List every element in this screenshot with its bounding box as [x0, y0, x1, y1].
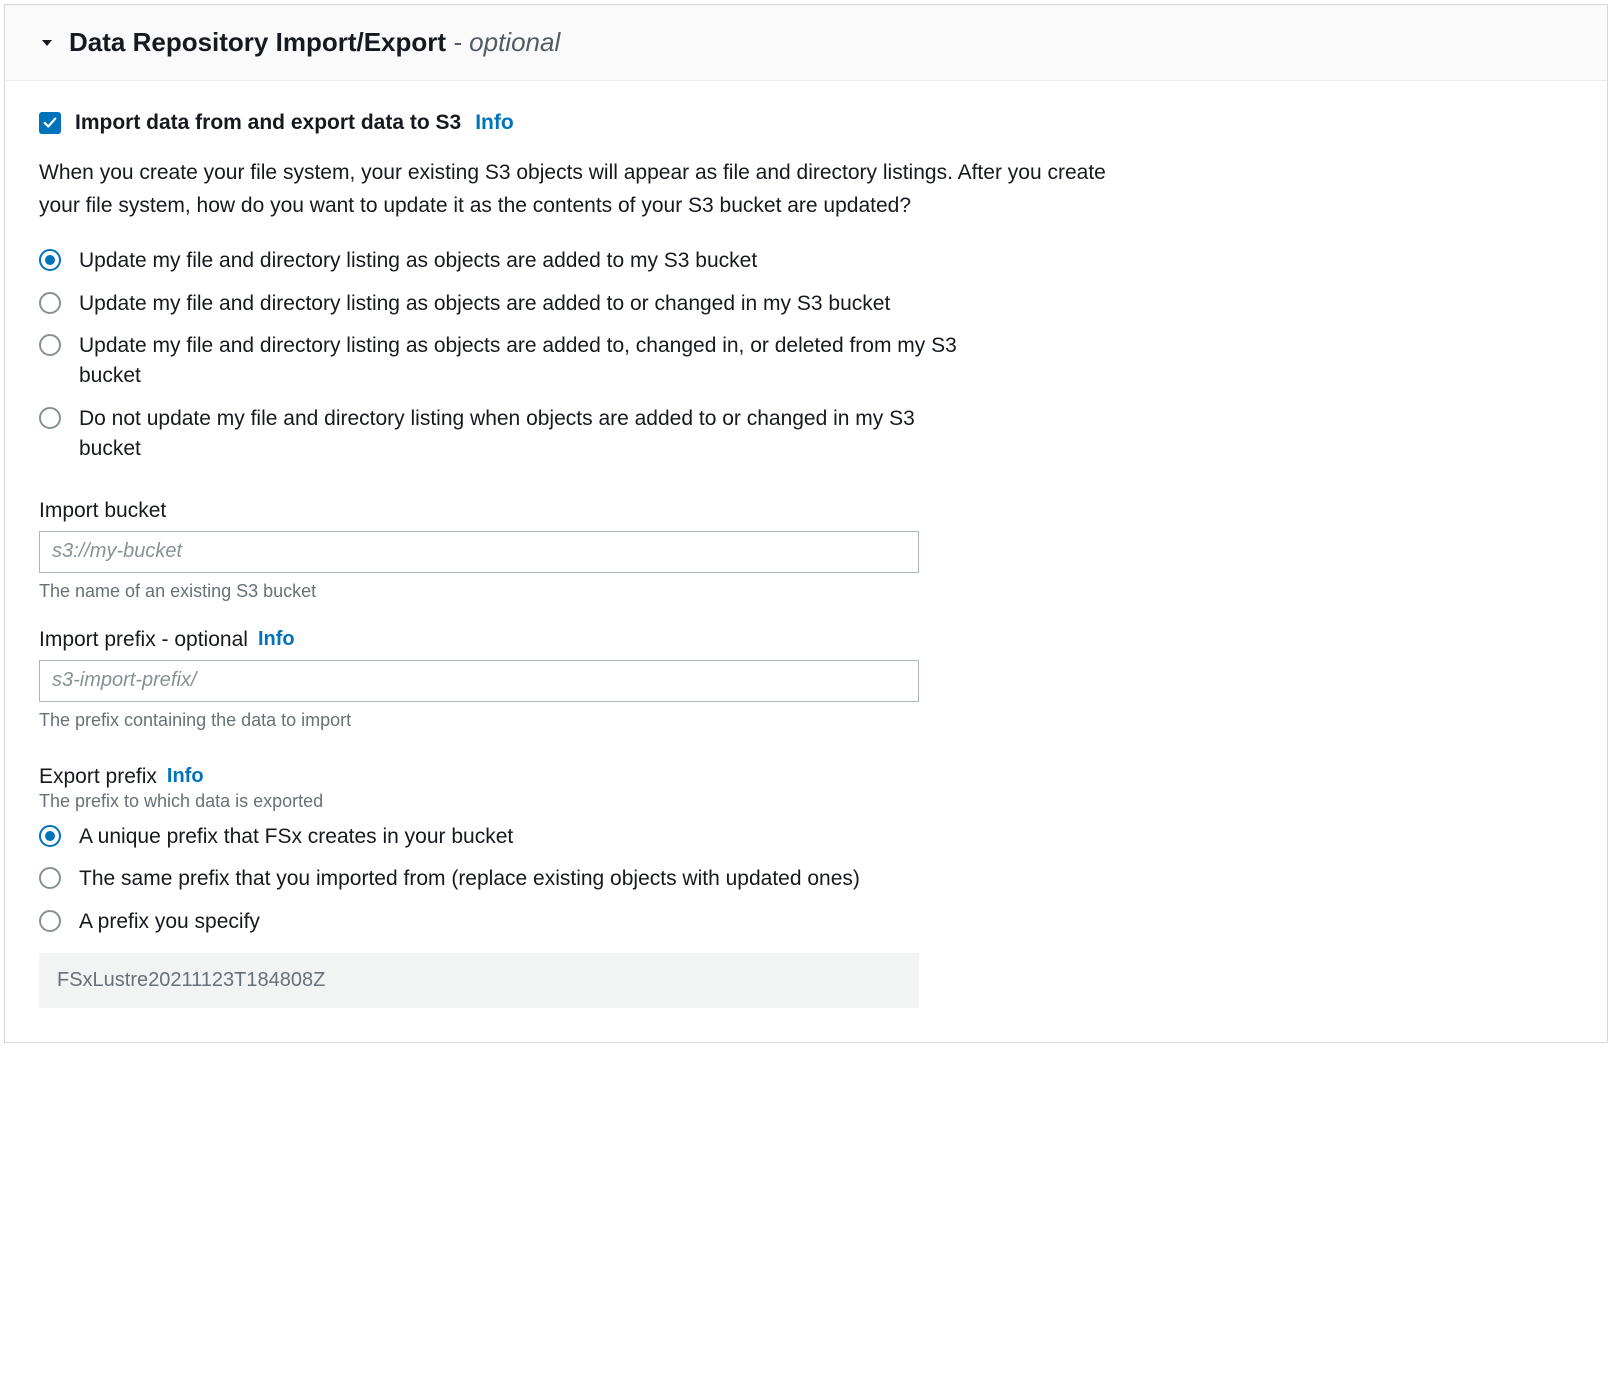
import-bucket-helper: The name of an existing S3 bucket [39, 581, 919, 602]
import-bucket-input[interactable] [39, 531, 919, 573]
import-export-checkbox[interactable] [39, 112, 61, 134]
import-prefix-field: Import prefix - optional Info The prefix… [39, 628, 919, 731]
update-option-label: Update my file and directory listing as … [79, 331, 959, 392]
export-prefix-field: Export prefix Info The prefix to which d… [39, 765, 919, 1008]
radio-icon [39, 249, 61, 271]
data-repository-panel: Data Repository Import/Export - optional… [4, 4, 1608, 1043]
radio-icon [39, 407, 61, 429]
radio-icon [39, 334, 61, 356]
export-option-label: A unique prefix that FSx creates in your… [79, 822, 513, 852]
import-prefix-helper: The prefix containing the data to import [39, 710, 919, 731]
export-prefix-options-group: A unique prefix that FSx creates in your… [39, 822, 919, 937]
import-bucket-label: Import bucket [39, 499, 166, 523]
panel-header[interactable]: Data Repository Import/Export - optional [5, 5, 1607, 81]
update-option-label: Do not update my file and directory list… [79, 404, 959, 465]
update-option-none[interactable]: Do not update my file and directory list… [39, 404, 959, 465]
update-option-added[interactable]: Update my file and directory listing as … [39, 246, 959, 276]
export-option-unique[interactable]: A unique prefix that FSx creates in your… [39, 822, 919, 852]
import-bucket-field: Import bucket The name of an existing S3… [39, 499, 919, 602]
update-option-added-changed[interactable]: Update my file and directory listing as … [39, 289, 959, 319]
export-option-label: The same prefix that you imported from (… [79, 864, 860, 894]
export-prefix-info-link[interactable]: Info [167, 765, 204, 788]
import-prefix-label: Import prefix - optional [39, 628, 248, 652]
export-option-same[interactable]: The same prefix that you imported from (… [39, 864, 919, 894]
import-prefix-input[interactable] [39, 660, 919, 702]
panel-title-optional: - optional [446, 27, 560, 57]
import-prefix-info-link[interactable]: Info [258, 628, 295, 651]
export-option-label: A prefix you specify [79, 907, 260, 937]
radio-icon [39, 825, 61, 847]
update-option-label: Update my file and directory listing as … [79, 289, 890, 319]
radio-icon [39, 292, 61, 314]
update-options-group: Update my file and directory listing as … [39, 246, 959, 465]
export-prefix-helper: The prefix to which data is exported [39, 791, 919, 812]
panel-body: Import data from and export data to S3 I… [5, 81, 1607, 1042]
update-description: When you create your file system, your e… [39, 157, 1119, 222]
export-prefix-label: Export prefix [39, 765, 157, 789]
export-prefix-generated-value: FSxLustre20211123T184808Z [39, 953, 919, 1008]
export-option-custom[interactable]: A prefix you specify [39, 907, 919, 937]
caret-down-icon[interactable] [39, 35, 55, 51]
radio-icon [39, 867, 61, 889]
import-export-checkbox-label: Import data from and export data to S3 [75, 111, 461, 135]
radio-icon [39, 910, 61, 932]
update-option-label: Update my file and directory listing as … [79, 246, 757, 276]
import-export-info-link[interactable]: Info [475, 111, 513, 135]
panel-title: Data Repository Import/Export [69, 27, 446, 57]
update-option-added-changed-deleted[interactable]: Update my file and directory listing as … [39, 331, 959, 392]
